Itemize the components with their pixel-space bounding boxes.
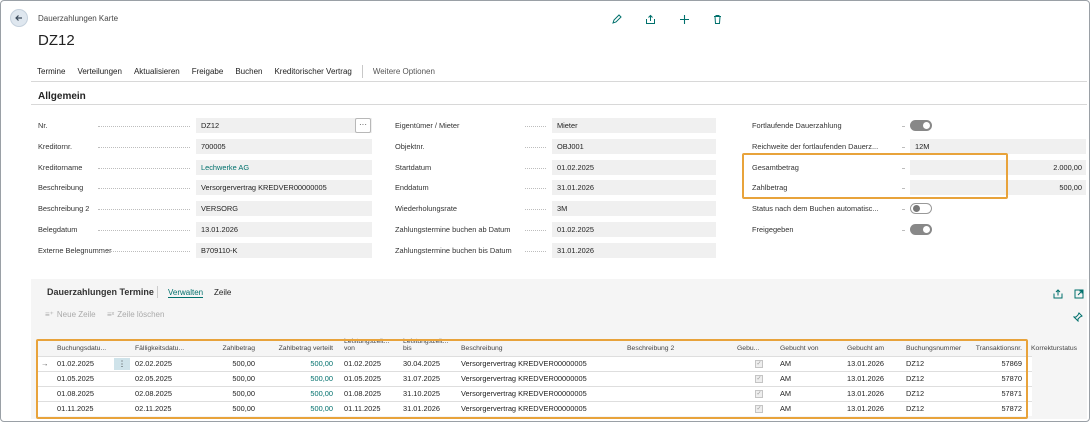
fields_mid-label: Eigentümer / Mieter — [395, 121, 460, 130]
fields_right-label: Fortlaufende Dauerzahlung — [752, 121, 842, 130]
fields_left-value[interactable]: DZ12 — [196, 118, 372, 133]
toolbar-verteilungen[interactable]: Verteilungen — [71, 67, 127, 76]
fields_mid-value[interactable]: 01.02.2025 — [552, 222, 716, 237]
fields_right-value[interactable]: 12M — [910, 138, 1086, 154]
highlight-table — [36, 339, 1028, 419]
fields_left-leader — [98, 126, 190, 127]
fields_mid-value[interactable]: 31.01.2026 — [552, 242, 716, 258]
delete-line-action[interactable]: ≡ˣ Zeile löschen — [107, 310, 164, 319]
fields_right-leader — [902, 146, 904, 148]
subpage-divider — [157, 286, 158, 298]
fields_mid-value[interactable]: 01.02.2025 — [552, 159, 716, 175]
page-subtitle: Dauerzahlungen Karte — [38, 14, 119, 23]
fields_right-leader — [902, 230, 904, 231]
fields_mid-value[interactable]: OBJ001 — [552, 138, 716, 154]
toolbar-aktualisieren[interactable]: Aktualisieren — [128, 67, 186, 76]
toggle-knob — [923, 122, 930, 129]
fields_mid-leader — [525, 167, 546, 169]
fields_mid-label: Enddatum — [395, 183, 429, 193]
fields_right-leader — [902, 209, 904, 211]
page-title: DZ12 — [38, 32, 75, 49]
fields_left-leader — [98, 167, 190, 169]
share-icon[interactable] — [642, 11, 658, 27]
highlight-amounts — [742, 153, 1008, 199]
fields_right-toggle[interactable] — [910, 224, 932, 235]
fields_left-value[interactable]: B709110-K — [196, 242, 372, 258]
fields_left-leader — [98, 146, 190, 148]
new-line-action[interactable]: ≡⁺ Neue Zeile — [45, 310, 96, 319]
fields_mid-leader — [525, 209, 546, 211]
fields_left-leader — [98, 188, 190, 190]
back-arrow-icon[interactable] — [10, 9, 28, 27]
fields_left-value[interactable]: 13.01.2026 — [196, 222, 372, 237]
fields_mid-leader — [525, 126, 546, 127]
column-header: Korrekturstatus — [1031, 345, 1078, 352]
add-plus-icon[interactable] — [676, 11, 692, 27]
action-toolbar: Termine Verteilungen Aktualisieren Freig… — [31, 61, 1087, 82]
toolbar-kreditorischer-vertrag[interactable]: Kreditorischer Vertrag — [268, 67, 357, 76]
fields_mid-value[interactable]: 31.01.2026 — [552, 180, 716, 196]
fields_left-leader — [98, 209, 190, 211]
fields_mid-label: Zahlungstermine buchen ab Datum — [395, 225, 511, 234]
fields_right-label: Reichweite der fortlaufenden Dauerz... — [752, 141, 879, 151]
toolbar-termine[interactable]: Termine — [31, 67, 71, 76]
fields_left-value[interactable]: Versorgervertrag KREDVER00000005 — [196, 180, 372, 196]
tab-zeile[interactable]: Zeile — [214, 288, 231, 297]
fields_right-toggle[interactable] — [910, 203, 932, 215]
section-title: Allgemein — [38, 91, 86, 102]
tab-verwalten[interactable]: Verwalten — [168, 288, 204, 298]
window: Dauerzahlungen Karte DZ12 Termine Vertei… — [0, 0, 1090, 422]
fields_mid-label: Startdatum — [395, 162, 432, 172]
toolbar-buchen[interactable]: Buchen — [229, 67, 268, 76]
subpage-title: Dauerzahlungen Termine — [47, 287, 154, 297]
toggle-knob — [913, 205, 920, 213]
toolbar-freigabe[interactable]: Freigabe — [186, 67, 230, 76]
fields_mid-leader — [525, 188, 546, 190]
share-icon[interactable] — [1053, 286, 1063, 299]
delete-line-label: Zeile löschen — [117, 310, 165, 319]
fields_mid-leader — [525, 230, 546, 231]
toolbar-more-options[interactable]: Weitere Optionen — [367, 67, 441, 76]
fields_right-label: Freigegeben — [752, 225, 794, 234]
fields_mid-value[interactable]: 3M — [552, 201, 716, 217]
edit-pencil-icon[interactable] — [608, 11, 624, 27]
new-line-icon: ≡⁺ — [45, 310, 54, 319]
fields_right-leader — [902, 126, 904, 127]
toolbar-divider — [361, 64, 363, 78]
fields_mid-label: Objektnr. — [395, 141, 425, 151]
fields_mid-leader — [525, 146, 546, 148]
fields_right-toggle[interactable] — [910, 120, 932, 131]
fields_mid-label: Zahlungstermine buchen bis Datum — [395, 245, 512, 255]
fields_left-leader — [98, 250, 190, 252]
fields_left-leader — [98, 230, 190, 231]
pin-icon[interactable] — [1072, 309, 1083, 323]
expand-icon[interactable] — [1074, 286, 1084, 299]
fields_left-value[interactable]: Lechwerke AG — [196, 159, 372, 175]
fields_right-label: Status nach dem Buchen automatisc... — [752, 204, 879, 214]
fields_mid-value[interactable]: Mieter — [552, 118, 716, 133]
delete-line-icon: ≡ˣ — [107, 310, 115, 319]
fields_mid-leader — [525, 250, 546, 252]
fields_left-value[interactable]: VERSORG — [196, 201, 372, 217]
toggle-knob — [923, 226, 930, 233]
lookup-ellipsis-button[interactable]: ··· — [355, 118, 371, 133]
fields_mid-label: Wiederholungsrate — [395, 204, 458, 214]
new-line-label: Neue Zeile — [56, 310, 96, 319]
fields_left-value[interactable]: 700005 — [196, 138, 372, 154]
section-divider — [31, 104, 1087, 105]
delete-trash-icon[interactable] — [709, 11, 725, 27]
